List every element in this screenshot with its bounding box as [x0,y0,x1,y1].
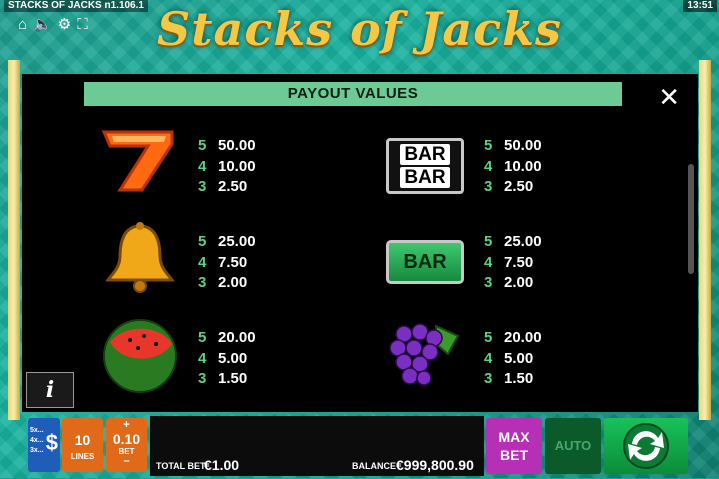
lines-button[interactable]: 10 LINES [62,418,103,472]
total-bet-value: €1.00 [204,457,240,473]
bet-value: 0.10 [112,431,141,447]
spin-button[interactable] [604,418,688,474]
balance-value: €999,800.90 [396,457,474,473]
control-bar: 5x... 4x... 3x... $ 10 LINES + 0.10 BET … [22,414,698,478]
bet-minus-icon[interactable]: – [106,456,147,467]
payout-grapes: 5 20.00 4 5.00 3 1.50 [484,329,542,387]
payout-bell: 5 25.00 4 7.50 3 2.00 [198,233,256,291]
lines-label: LINES [70,452,95,461]
paytable-panel: PAYOUT VALUES ✕ 5 50.00 4 10.00 3 2.50 5 25.… [22,74,698,412]
close-icon[interactable]: ✕ [658,84,680,110]
bet-button[interactable]: + 0.10 BET – [106,418,147,472]
payout-single-bar: 5 25.00 4 7.50 3 2.00 [484,233,542,291]
coin-value-button[interactable]: 5x... 4x... 3x... $ [28,418,60,472]
double-bar-symbol-icon: BAR BAR [386,138,464,194]
fullscreen-icon[interactable]: ⛶ [77,17,88,33]
max-bet-button[interactable]: MAX BET [486,418,542,474]
scrollbar[interactable] [688,164,694,274]
clock: 13:51 [683,0,717,12]
payout-double-bar: 5 50.00 4 10.00 3 2.50 [484,137,542,195]
left-pillar [8,60,20,420]
single-bar-symbol-icon: BAR [386,240,464,284]
paytable-title: PAYOUT VALUES [84,82,622,106]
system-icons: ⌂ 🔈 ⚙ ⛶ [18,17,88,33]
bet-balance-display: TOTAL BET €1.00 BALANCE €999,800.90 [150,416,484,476]
dollar-icon: $ [45,430,58,455]
payout-watermelon: 5 20.00 4 5.00 3 1.50 [198,329,256,387]
settings-icon[interactable]: ⚙ [58,17,71,33]
coin-multiplier-label: 5x... 4x... 3x... [30,427,44,454]
bell-symbol-icon [102,220,178,296]
seven-symbol-icon [98,128,178,194]
grapes-symbol-icon [386,318,464,394]
total-bet-label: TOTAL BET [156,461,206,471]
info-button[interactable]: i [26,372,74,408]
spin-arrows-icon [623,423,669,469]
lines-value: 10 [74,432,91,448]
payout-seven: 5 50.00 4 10.00 3 2.50 [198,137,256,195]
bet-plus-icon[interactable]: + [106,420,147,431]
right-pillar [699,60,711,420]
balance-label: BALANCE [352,461,396,471]
home-icon[interactable]: ⌂ [18,17,27,33]
watermelon-symbol-icon [100,318,180,394]
auto-button[interactable]: AUTO [545,418,601,474]
sound-icon[interactable]: 🔈 [33,17,52,33]
max-bet-label: MAX BET [498,429,530,463]
version-label: STACKS OF JACKS n1.106.1 [4,0,148,12]
